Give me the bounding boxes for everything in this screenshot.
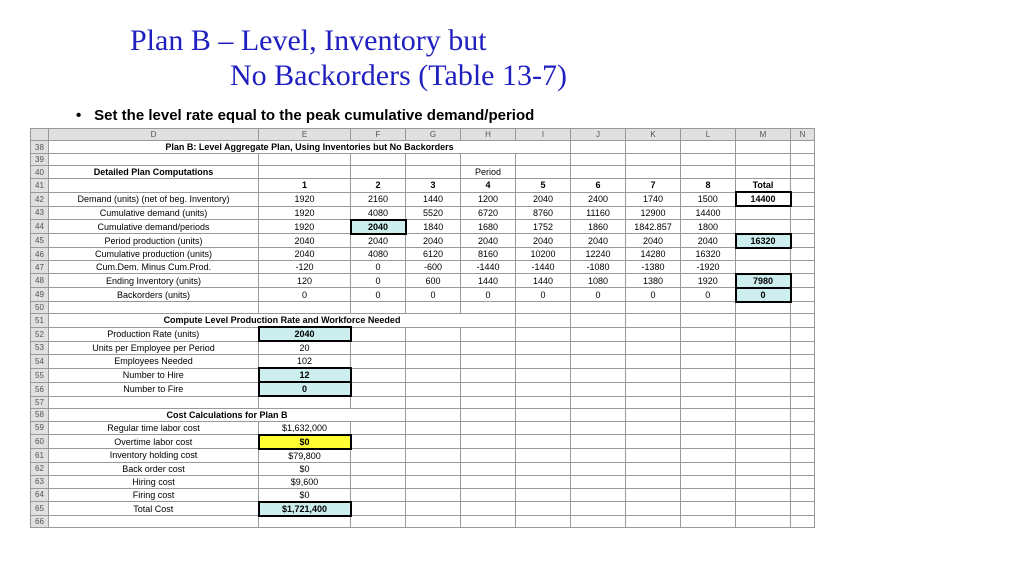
- bullet-text: Set the level rate equal to the peak cum…: [94, 107, 534, 124]
- spreadsheet-table: DEFGHIJKLMN38Plan B: Level Aggregate Pla…: [30, 128, 815, 528]
- bullet-point: • Set the level rate equal to the peak c…: [0, 93, 1024, 128]
- title-line-1: Plan B – Level, Inventory but: [130, 24, 487, 57]
- title-line-2: No Backorders (Table 13-7): [130, 59, 567, 94]
- slide-title: Plan B – Level, Inventory but No Backord…: [0, 0, 1024, 93]
- bullet-icon: •: [76, 107, 90, 124]
- slide: Plan B – Level, Inventory but No Backord…: [0, 0, 1024, 576]
